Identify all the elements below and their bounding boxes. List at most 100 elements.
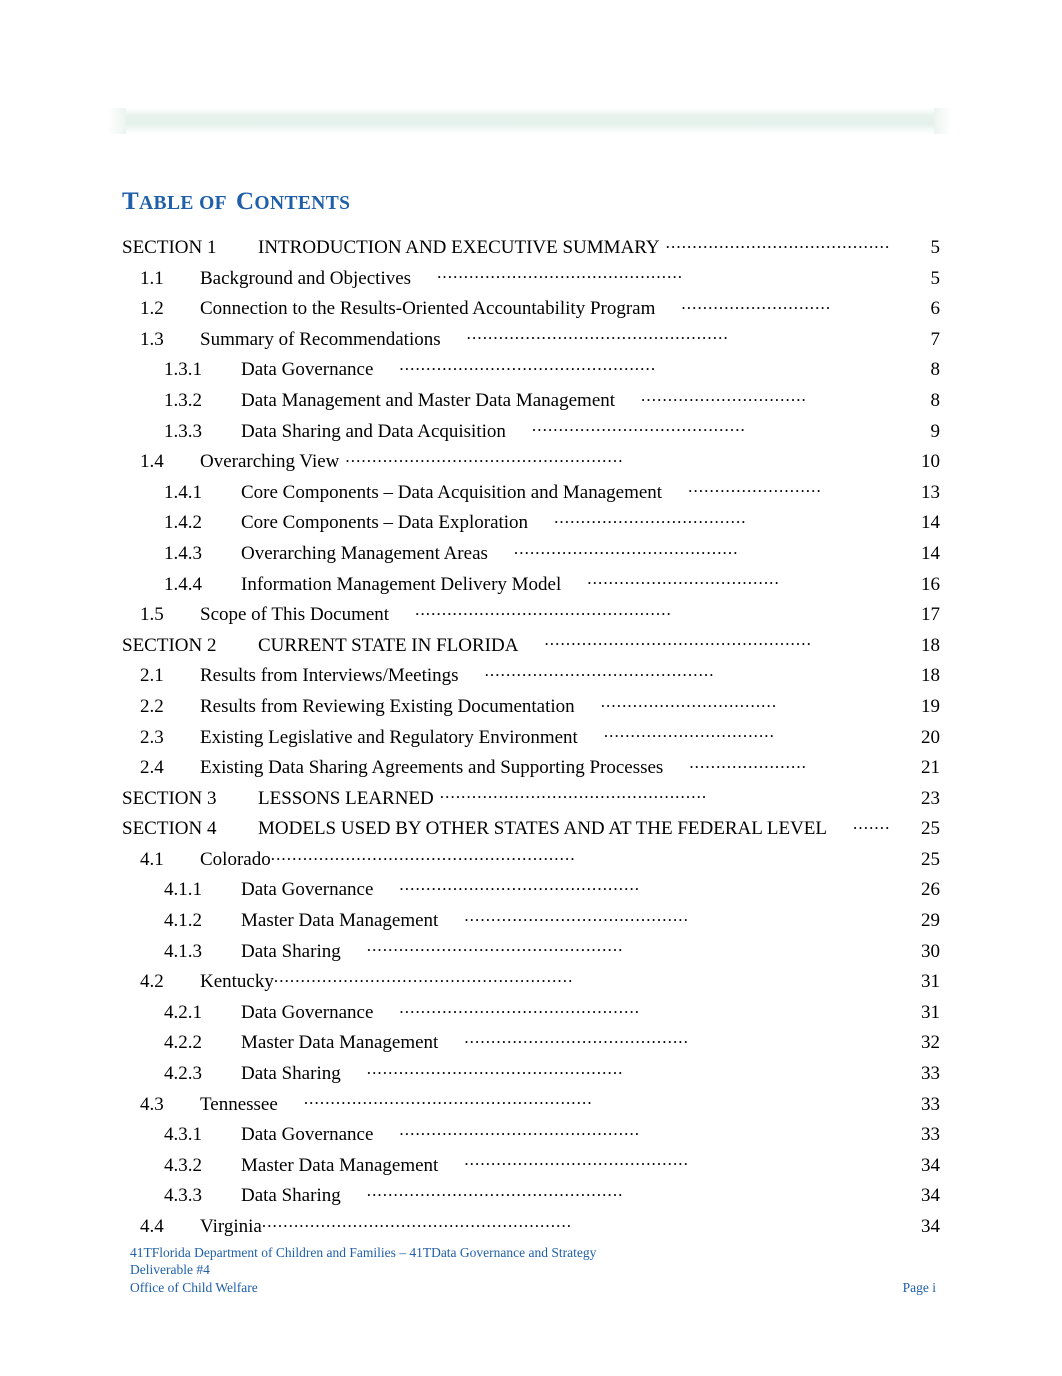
toc-entry-page-number: 21: [921, 757, 940, 779]
toc-entry-number: 2.4: [140, 757, 164, 779]
toc-dot-leader: ........................................…: [304, 1091, 846, 1110]
toc-dot-leader-dots: .........................: [688, 478, 822, 497]
toc-dot-leader-dots: ........................................…: [366, 1060, 624, 1078]
toc-entry[interactable]: SECTION 2 CURRENT STATE IN FLORIDA.......…: [122, 632, 940, 663]
title-segment: ONTENTS: [254, 192, 351, 214]
toc-entry[interactable]: 1.4.1 Core Components – Data Acquisition …: [122, 479, 940, 510]
toc-entry-title: Overarching View: [200, 451, 340, 473]
toc-dot-leader: ........................................…: [544, 632, 890, 651]
toc-entry-page-number: 10: [921, 451, 940, 473]
toc-dot-leader-dots: ........................................…: [270, 845, 576, 864]
toc-entry[interactable]: 1.3 Summary of Recommendations...........…: [122, 326, 940, 357]
toc-entry-page-number: 14: [921, 512, 940, 534]
toc-entry-title: Data Governance: [241, 1001, 374, 1023]
toc-entry-title: Connection to the Results-Oriented Accou…: [200, 298, 656, 320]
page-title: TABLE OF CONTENTS: [122, 187, 350, 219]
toc-entry-page-number: 31: [921, 1001, 940, 1023]
toc-entry[interactable]: 4.1.2 Master Data Management.............…: [122, 907, 940, 938]
toc-entry[interactable]: 4.3 Tennessee............................…: [122, 1091, 940, 1122]
toc-entry-number: 4.3.3: [164, 1185, 202, 1207]
toc-entry-page-number: 34: [921, 1216, 940, 1237]
toc-entry[interactable]: 4.1 Colorado.............................…: [122, 846, 940, 877]
toc-entry[interactable]: 1.4 Overarching View.....................…: [122, 448, 940, 479]
footer-page-number: Page i: [902, 1280, 936, 1295]
toc-entry[interactable]: 1.4.2 Core Components – Data Exploration.…: [122, 509, 940, 540]
toc-entry[interactable]: 4.3.1 Data Governance....................…: [122, 1121, 940, 1152]
toc-entry[interactable]: 2.3 Existing Legislative and Regulatory E…: [122, 724, 940, 755]
toc-entry[interactable]: 1.2 Connection to the Results-Oriented Ac…: [122, 295, 940, 326]
toc-entry-title: Data Sharing: [241, 1063, 341, 1085]
toc-entry[interactable]: 2.4 Existing Data Sharing Agreements and …: [122, 754, 940, 785]
toc-entry[interactable]: 1.3.3 Data Sharing and Data Acquisition..…: [122, 418, 940, 449]
toc-dot-leader: ........................................…: [666, 234, 890, 253]
toc-entry[interactable]: 4.3.2 Master Data Management.............…: [122, 1152, 940, 1183]
toc-entry-page-number: 23: [921, 787, 940, 809]
toc-entry-page-number: 34: [921, 1185, 940, 1207]
toc-entry-number: 4.1.1: [164, 879, 202, 901]
toc-entry-title: Results from Interviews/Meetings: [200, 665, 459, 687]
toc-dot-leader-dots: ........................................…: [464, 1029, 690, 1048]
toc-entry[interactable]: 1.3.1 Data Governance....................…: [122, 356, 940, 387]
toc-entry-title: Scope of This Document: [200, 604, 390, 626]
toc-entry-number: 4.2.3: [164, 1063, 202, 1085]
toc-entry[interactable]: 4.2 Kentucky.............................…: [122, 968, 940, 999]
toc-entry[interactable]: 2.1 Results from Interviews/Meetings.....…: [122, 662, 940, 693]
toc-dot-leader-dots: ........................................…: [366, 1182, 624, 1201]
toc-entry-page-number: 33: [921, 1063, 940, 1085]
toc-dot-leader-dots: ........................................…: [439, 784, 708, 803]
toc-entry-page-number: 5: [930, 267, 941, 289]
toc-entry-title: CURRENT STATE IN FLORIDA: [258, 634, 519, 656]
toc-entry-title: Summary of Recommendations: [200, 328, 441, 350]
toc-entry-number: SECTION 4: [122, 818, 217, 840]
toc-entry[interactable]: SECTION 3 LESSONS LEARNED................…: [122, 785, 940, 816]
footer-line-1: 41TFlorida Department of Children and Fa…: [130, 1245, 597, 1260]
toc-entry[interactable]: 4.4 Virginia.............................…: [122, 1213, 940, 1244]
toc-dot-leader-dots: ........................................…: [484, 662, 715, 680]
toc-dot-leader-dots: .................................: [600, 692, 778, 711]
toc-entry[interactable]: SECTION 4 MODELS USED BY OTHER STATES AND…: [122, 815, 940, 846]
toc-dot-leader: ........................................…: [514, 540, 868, 559]
toc-dot-leader: .................................: [601, 693, 868, 712]
toc-entry-number: 1.5: [140, 604, 164, 626]
toc-dot-leader: ........................................…: [440, 785, 846, 804]
toc-entry-page-number: 9: [930, 420, 941, 442]
title-segment: ABLE: [139, 192, 194, 214]
toc-entry[interactable]: 1.3.2 Data Management and Master Data Man…: [122, 387, 940, 418]
toc-entry-title: Information Management Delivery Model: [241, 573, 562, 595]
toc-entry[interactable]: 2.2 Results from Reviewing Existing Docum…: [122, 693, 940, 724]
toc-entry-number: 4.1.2: [164, 910, 202, 932]
toc-dot-leader-dots: ........................................…: [399, 998, 641, 1017]
band-right-cap: [934, 108, 952, 134]
toc-dot-leader: ........................................…: [415, 601, 846, 620]
toc-entry-page-number: 18: [921, 665, 940, 687]
footer-line-2: Deliverable #4: [130, 1261, 210, 1277]
toc-dot-leader: ........................................…: [345, 448, 846, 467]
toc-entry[interactable]: 1.5 Scope of This Document...............…: [122, 601, 940, 632]
toc-dot-leader: ........................................…: [464, 1029, 846, 1048]
toc-entry[interactable]: 1.4.4 Information Management Delivery Mod…: [122, 571, 940, 602]
toc-entry[interactable]: 4.2.3 Data Sharing.......................…: [122, 1060, 940, 1091]
toc-dot-leader: .......: [853, 815, 890, 834]
toc-entry-page-number: 33: [921, 1093, 940, 1115]
toc-dot-leader-dots: .......: [853, 815, 890, 833]
toc-entry[interactable]: 1.1 Background and Objectives............…: [122, 265, 940, 296]
toc-entry-title: Data Governance: [241, 879, 374, 901]
toc-entry[interactable]: SECTION 1 INTRODUCTION AND EXECUTIVE SUMM…: [122, 234, 940, 265]
toc-entry-number: 1.4.1: [164, 481, 202, 503]
toc-entry[interactable]: 1.4.3 Overarching Management Areas.......…: [122, 540, 940, 571]
toc-entry[interactable]: 4.2.1 Data Governance....................…: [122, 999, 940, 1030]
toc-entry-number: 1.4.2: [164, 512, 202, 534]
toc-entry[interactable]: 4.1.1 Data Governance....................…: [122, 876, 940, 907]
header-decorative-band: [108, 108, 952, 134]
toc-entry[interactable]: 4.3.3 Data Sharing.......................…: [122, 1182, 940, 1213]
toc-entry-page-number: 25: [921, 848, 940, 870]
toc-entry[interactable]: 4.1.3 Data Sharing.......................…: [122, 938, 940, 969]
toc-entry[interactable]: 4.2.2 Master Data Management.............…: [122, 1029, 940, 1060]
toc-entry-title: Data Sharing: [241, 940, 341, 962]
toc-entry-number: 1.4: [140, 451, 164, 473]
toc-entry-number: SECTION 3: [122, 787, 217, 809]
toc-entry-page-number: 8: [930, 359, 941, 381]
toc-dot-leader-dots: ........................................…: [464, 907, 690, 925]
toc-entry-title: Core Components – Data Exploration: [241, 512, 529, 534]
toc-entry-number: 1.4.4: [164, 573, 202, 595]
